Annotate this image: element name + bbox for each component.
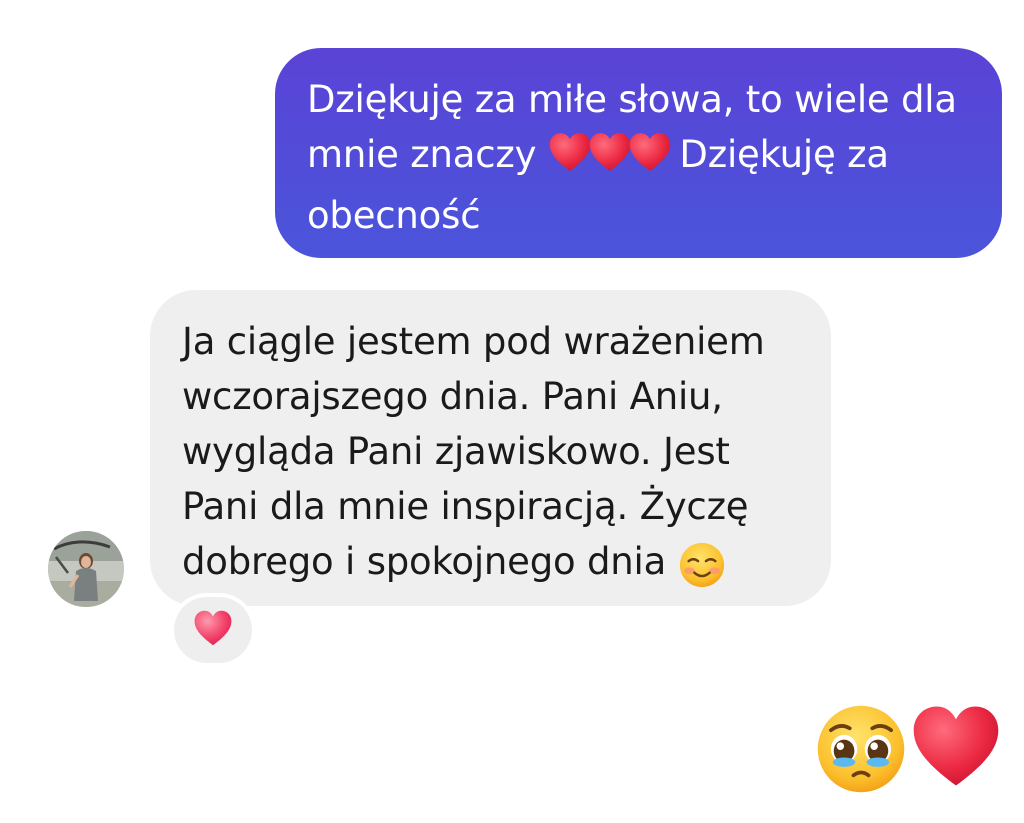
red-heart-icon: [588, 131, 631, 188]
outgoing-emoji-message[interactable]: [814, 700, 1004, 796]
outgoing-message-line-2: mnie znaczy Dziękuję za: [307, 127, 982, 188]
pleading-face-icon: [814, 702, 908, 796]
pink-heart-icon: [193, 609, 233, 651]
outgoing-message-line-3: obecność: [307, 194, 481, 237]
red-heart-icon: [910, 702, 1002, 790]
red-heart-icon: [548, 131, 591, 188]
smiling-face-icon: [678, 540, 726, 595]
incoming-message-line-1: Ja ciągle jestem pod wrażeniem: [182, 320, 765, 363]
incoming-message-line-5-text: dobrego i spokojnego dnia: [182, 540, 678, 583]
incoming-message-line-4: Pani dla mnie inspiracją. Życzę: [182, 485, 749, 528]
outgoing-message-text-after-hearts: Dziękuję za: [667, 133, 889, 176]
incoming-message-line-5: dobrego i spokojnego dnia: [182, 534, 811, 595]
incoming-message-bubble[interactable]: Ja ciągle jestem pod wrażeniem wczorajsz…: [150, 290, 831, 606]
sender-avatar[interactable]: [48, 531, 124, 607]
red-heart-icon: [628, 131, 671, 188]
chat-thread: Dziękuję za miłe słowa, to wiele dla mni…: [0, 0, 1024, 823]
outgoing-message-line-1: Dziękuję za miłe słowa, to wiele dla: [307, 78, 957, 121]
incoming-message-line-3: wygląda Pani zjawiskowo. Jest: [182, 430, 730, 473]
incoming-message-line-2: wczorajszego dnia. Pani Aniu,: [182, 375, 723, 418]
outgoing-message-text-before-hearts: mnie znaczy: [307, 133, 548, 176]
message-reaction[interactable]: [174, 597, 252, 663]
outgoing-message-bubble[interactable]: Dziękuję za miłe słowa, to wiele dla mni…: [275, 48, 1002, 258]
